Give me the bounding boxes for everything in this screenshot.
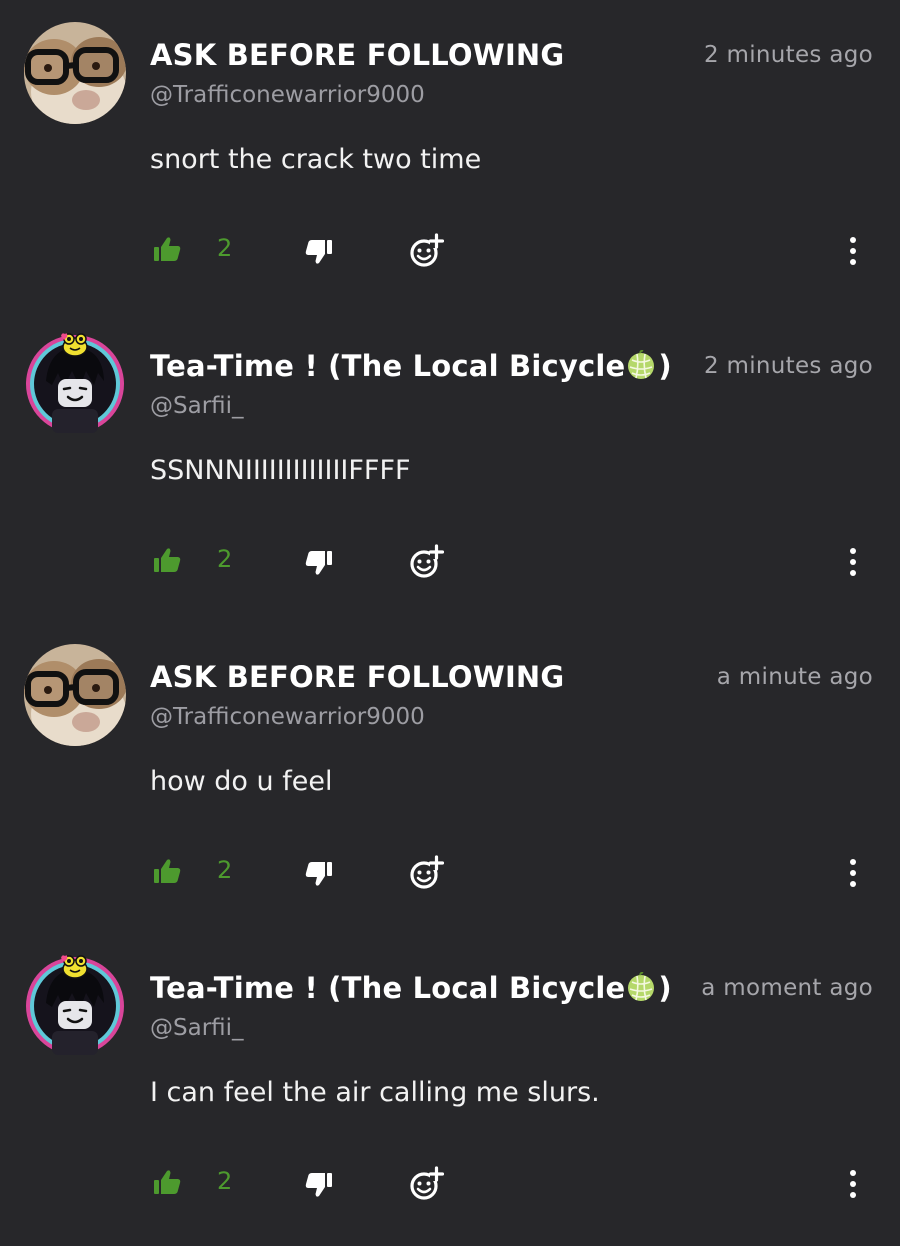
comment-item: Tea-Time ! (The Local Bicycle) @Sarfii_ …	[0, 311, 900, 622]
frog-badge-icon	[59, 953, 91, 979]
thumbs-down-icon[interactable]	[305, 1172, 333, 1198]
display-name-suffix: )	[658, 349, 672, 383]
user-handle[interactable]: @Sarfii_	[150, 393, 244, 419]
melon-emoji-icon	[626, 350, 656, 380]
comment-item: Tea-Time ! (The Local Bicycle) @Sarfii_ …	[0, 933, 900, 1244]
like-count: 2	[217, 856, 233, 884]
comment-item: ASK BEFORE FOLLOWING @Trafficonewarrior9…	[0, 0, 900, 311]
avatar-hamster[interactable]	[24, 22, 126, 124]
add-reaction-icon[interactable]	[408, 1165, 444, 1201]
display-name[interactable]: ASK BEFORE FOLLOWING	[150, 660, 564, 694]
add-reaction-icon[interactable]	[408, 543, 444, 579]
like-count: 2	[217, 545, 233, 573]
timestamp: a moment ago	[701, 975, 873, 1001]
frog-badge-icon	[59, 331, 91, 357]
comment-text: I can feel the air calling me slurs.	[150, 1077, 600, 1108]
like-count: 2	[217, 1167, 233, 1195]
comment-actions: 2	[0, 232, 900, 272]
thumbs-up-icon[interactable]	[153, 547, 181, 573]
user-handle[interactable]: @Trafficonewarrior9000	[150, 704, 425, 730]
avatar-roblox[interactable]	[24, 955, 126, 1057]
display-name-text: Tea-Time ! (The Local Bicycle	[150, 971, 626, 1005]
timestamp: 2 minutes ago	[703, 353, 873, 379]
display-name-text: Tea-Time ! (The Local Bicycle	[150, 349, 626, 383]
comment-actions: 2	[0, 854, 900, 894]
thumbs-down-icon[interactable]	[305, 239, 333, 265]
user-handle[interactable]: @Trafficonewarrior9000	[150, 82, 425, 108]
timestamp: a minute ago	[716, 664, 873, 690]
timestamp: 2 minutes ago	[703, 42, 873, 68]
like-count: 2	[217, 234, 233, 262]
display-name[interactable]: Tea-Time ! (The Local Bicycle)	[150, 971, 672, 1005]
display-name[interactable]: ASK BEFORE FOLLOWING	[150, 38, 564, 72]
display-name-text: ASK BEFORE FOLLOWING	[150, 38, 565, 72]
user-handle[interactable]: @Sarfii_	[150, 1015, 244, 1041]
comment-text: SSNNNIIIIIIIIIIIIIFFFF	[150, 455, 411, 486]
thumbs-up-icon[interactable]	[153, 1169, 181, 1195]
add-reaction-icon[interactable]	[408, 232, 444, 268]
add-reaction-icon[interactable]	[408, 854, 444, 890]
display-name[interactable]: Tea-Time ! (The Local Bicycle)	[150, 349, 672, 383]
display-name-suffix: )	[658, 971, 672, 1005]
display-name-text: ASK BEFORE FOLLOWING	[150, 660, 565, 694]
avatar-roblox[interactable]	[24, 333, 126, 435]
comment-item: ASK BEFORE FOLLOWING @Trafficonewarrior9…	[0, 622, 900, 933]
thumbs-down-icon[interactable]	[305, 861, 333, 887]
thumbs-up-icon[interactable]	[153, 858, 181, 884]
melon-emoji-icon	[626, 972, 656, 1002]
comment-actions: 2	[0, 543, 900, 583]
more-vertical-icon[interactable]	[848, 236, 858, 266]
avatar-hamster[interactable]	[24, 644, 126, 746]
comment-text: snort the crack two time	[150, 144, 482, 175]
more-vertical-icon[interactable]	[848, 858, 858, 888]
thumbs-up-icon[interactable]	[153, 236, 181, 262]
more-vertical-icon[interactable]	[848, 1169, 858, 1199]
more-vertical-icon[interactable]	[848, 547, 858, 577]
thumbs-down-icon[interactable]	[305, 550, 333, 576]
comment-actions: 2	[0, 1165, 900, 1205]
comment-text: how do u feel	[150, 766, 333, 797]
